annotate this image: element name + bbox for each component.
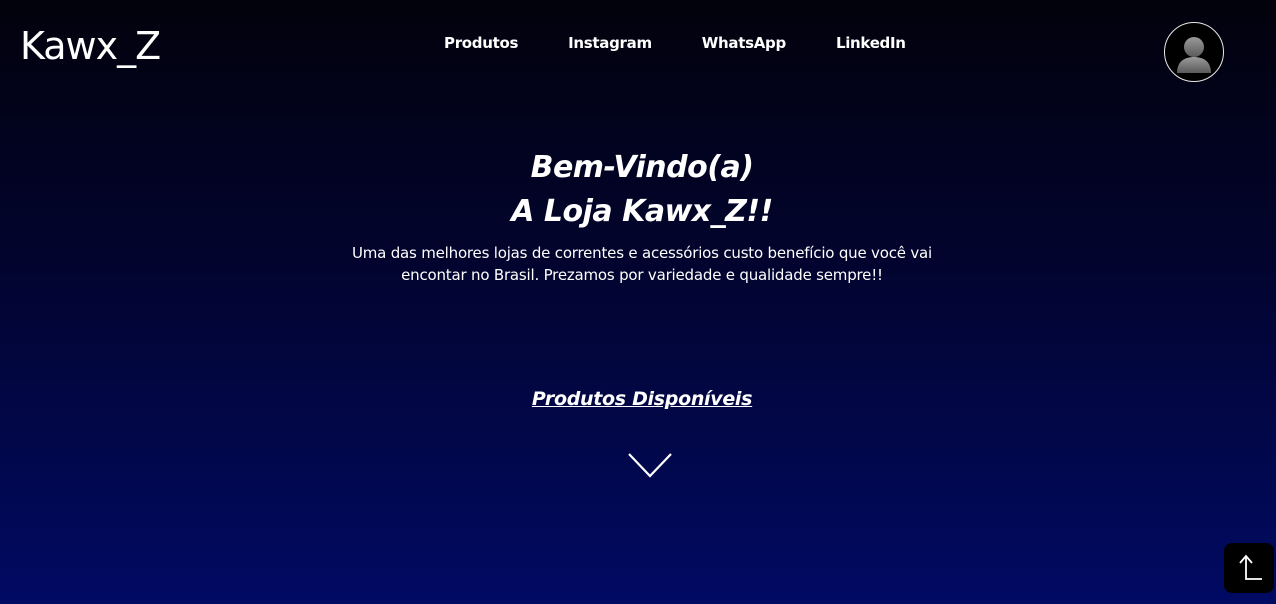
nav-item-whatsapp[interactable]: WhatsApp	[702, 32, 786, 54]
arrow-up-icon	[1239, 554, 1262, 580]
hero-description-line-1: Uma das melhores lojas de correntes e ac…	[351, 244, 932, 262]
nav-item-produtos[interactable]: Produtos	[444, 32, 518, 54]
chevron-down-icon[interactable]	[627, 448, 673, 480]
products-link-container: Produtos Disponíveis	[0, 388, 1276, 410]
logo[interactable]: Kawx_Z	[20, 22, 161, 70]
hero-title: Bem-Vindo(a) A Loja Kawx_Z!!	[0, 146, 1276, 234]
hero-description: Uma das melhores lojas de correntes e ac…	[342, 242, 942, 286]
hero-section: Bem-Vindo(a) A Loja Kawx_Z!! Uma das mel…	[0, 146, 1276, 286]
hero-description-line-2: encontar no Brasil. Prezamos por varieda…	[401, 266, 883, 284]
avatar-silhouette	[1177, 37, 1211, 73]
hero-title-line-2: A Loja Kawx_Z!!	[511, 194, 773, 229]
nav-item-instagram[interactable]: Instagram	[568, 32, 652, 54]
main-nav: Produtos Instagram WhatsApp LinkedIn	[444, 32, 956, 54]
back-to-top-button[interactable]	[1224, 543, 1274, 593]
hero-title-line-1: Bem-Vindo(a)	[530, 150, 754, 185]
products-available-link[interactable]: Produtos Disponíveis	[532, 388, 753, 410]
nav-item-linkedin[interactable]: LinkedIn	[836, 32, 906, 54]
user-avatar-icon[interactable]	[1164, 22, 1224, 82]
